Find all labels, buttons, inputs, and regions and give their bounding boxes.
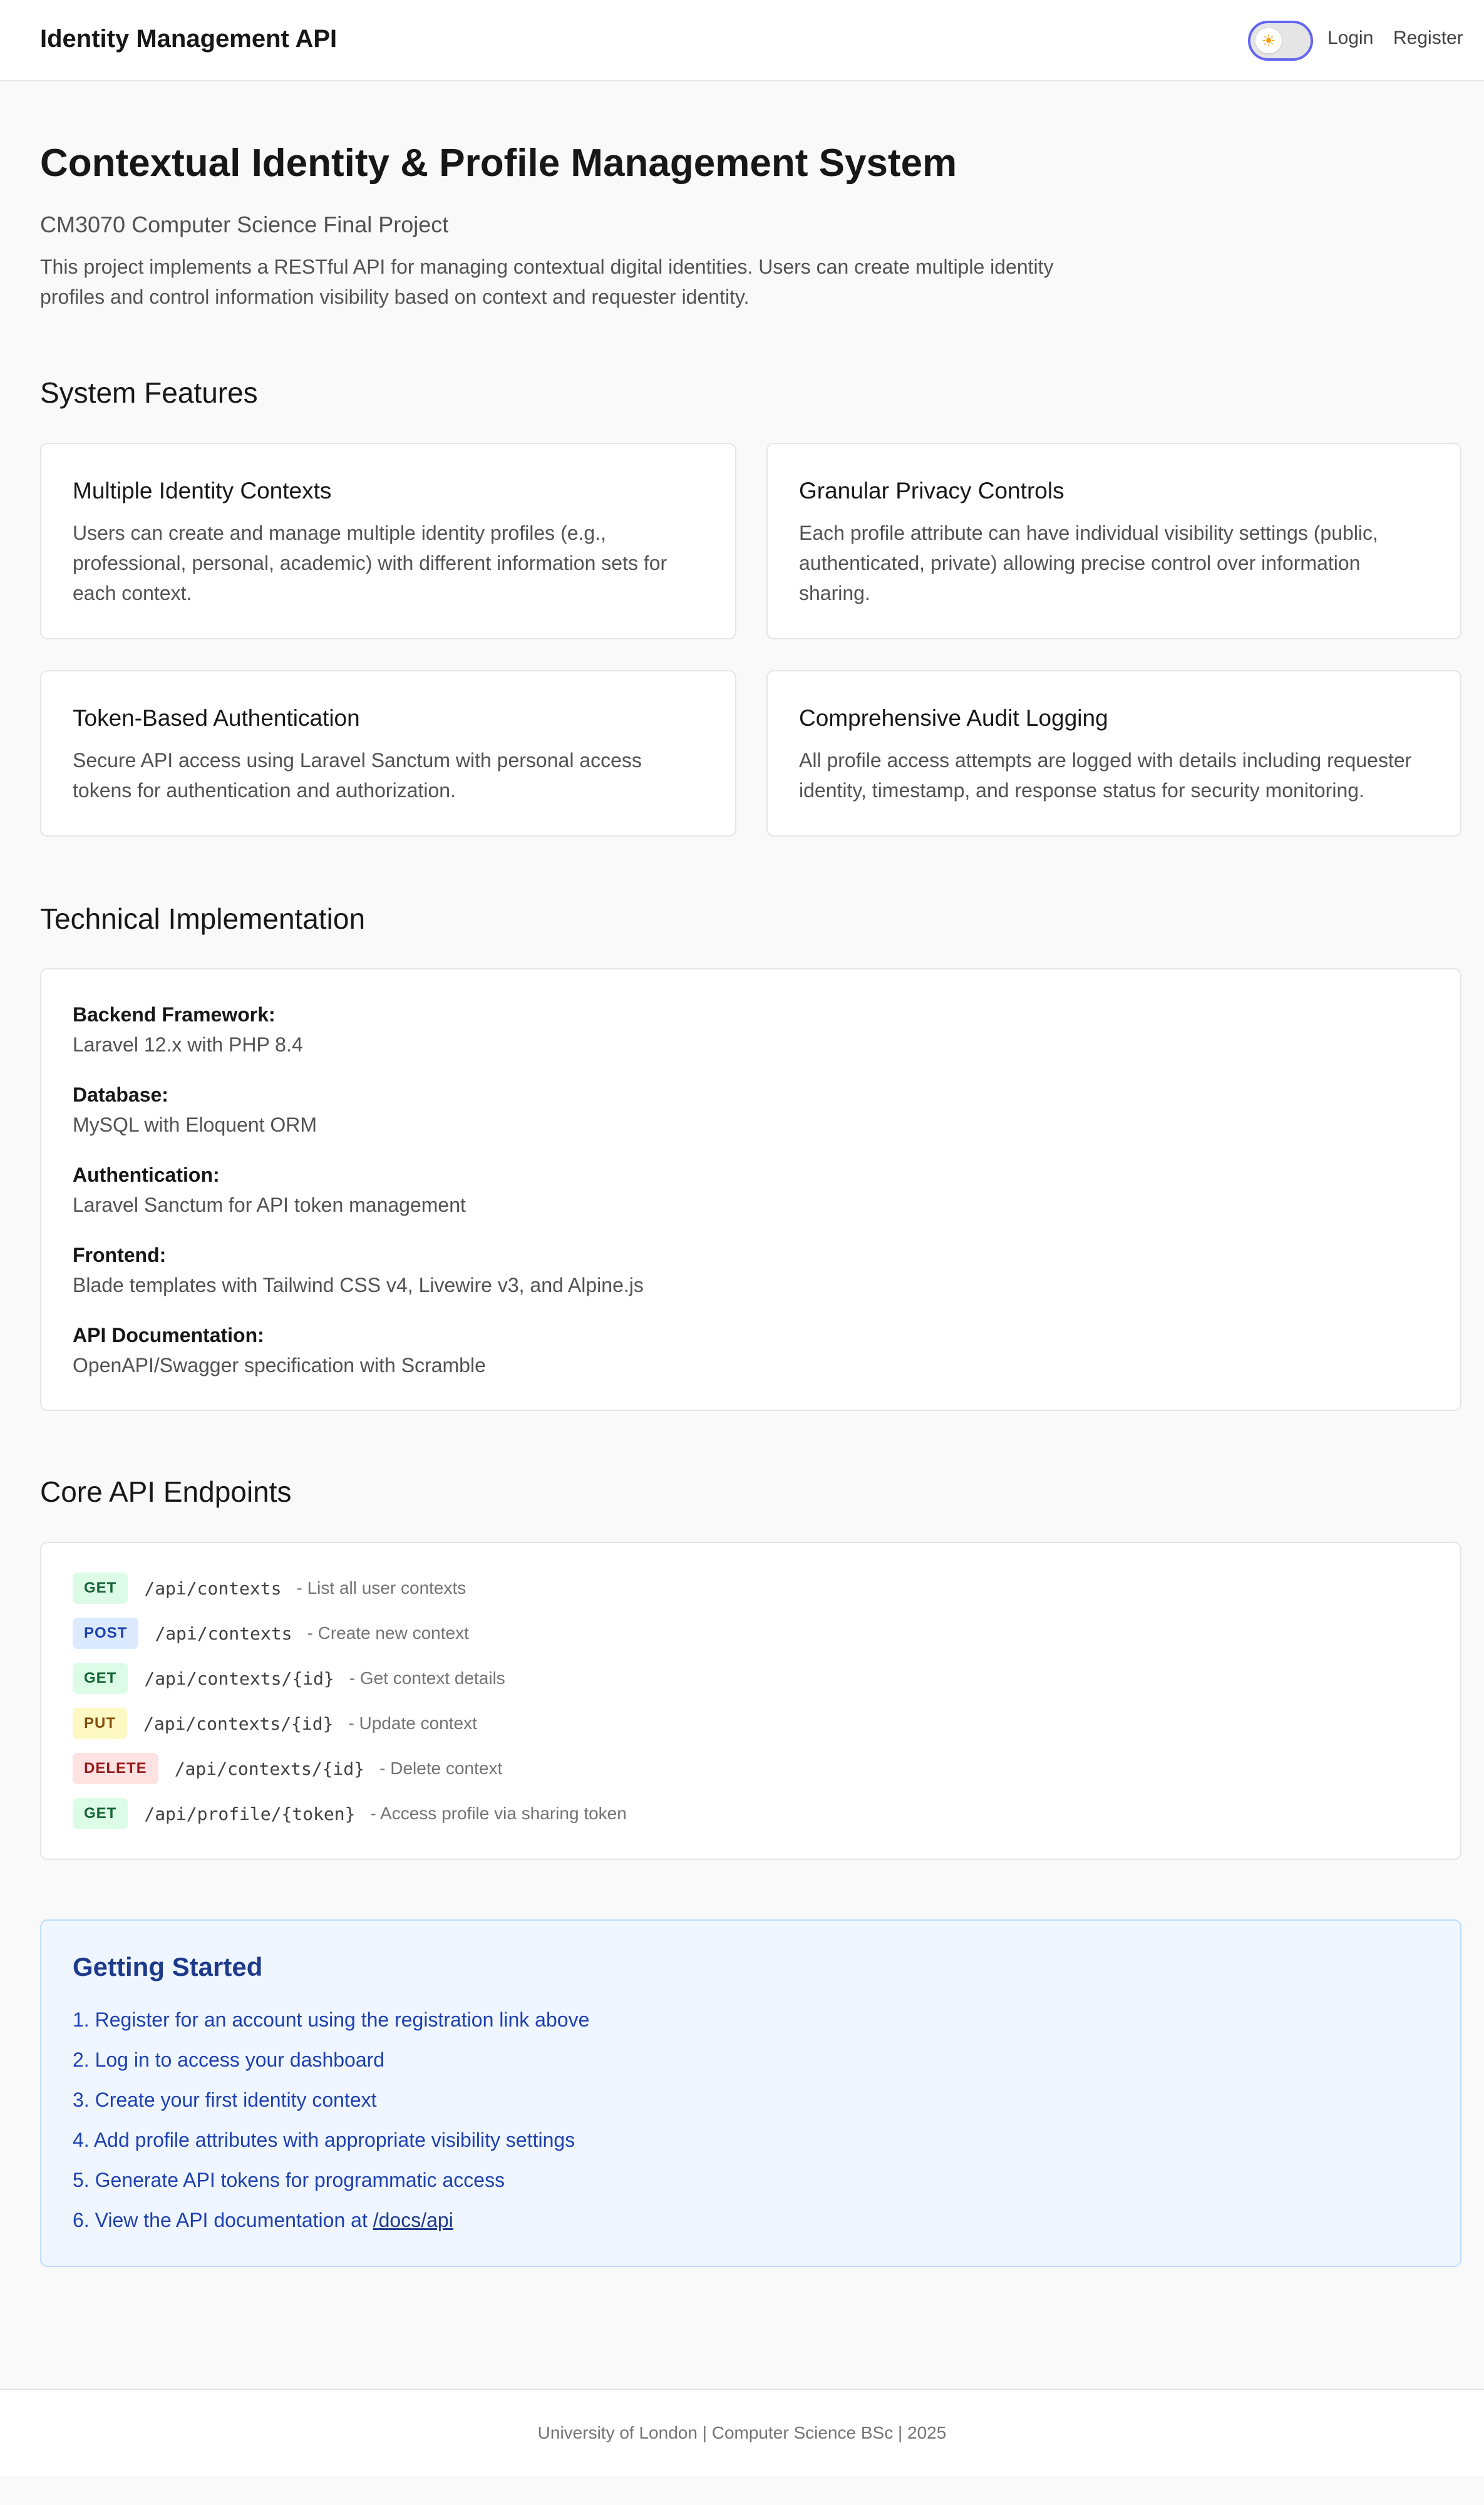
tech-value: Blade templates with Tailwind CSS v4, Li… (73, 1274, 644, 1296)
page-subtitle: CM3070 Computer Science Final Project (40, 212, 449, 237)
getting-started-step: 3. Create your first identity context (73, 2089, 377, 2111)
endpoint-description: - List all user contexts (296, 1578, 466, 1598)
endpoint-description: - Create new context (307, 1623, 469, 1643)
method-badge: GET (73, 1663, 128, 1694)
register-link[interactable]: Register (1393, 28, 1463, 49)
getting-started-step: 1. Register for an account using the reg… (73, 2008, 590, 2031)
getting-started-step-text: 6. View the API documentation at (73, 2209, 373, 2231)
feature-card-token-auth: Token-Based Authentication Secure API ac… (40, 670, 736, 837)
method-badge: GET (73, 1573, 128, 1604)
tech-value: OpenAPI/Swagger specification with Scram… (73, 1354, 486, 1376)
tech-value: Laravel Sanctum for API token management (73, 1194, 466, 1216)
feature-card-audit-logging: Comprehensive Audit Logging All profile … (766, 670, 1461, 837)
feature-card-title: Comprehensive Audit Logging (799, 705, 1108, 731)
tech-value: MySQL with Eloquent ORM (73, 1113, 317, 1136)
endpoint-row: GET /api/profile/{token} - Access profil… (73, 1798, 627, 1829)
tech-item-database: Database: MySQL with Eloquent ORM (73, 1080, 317, 1140)
tech-value: Laravel 12.x with PHP 8.4 (73, 1033, 303, 1056)
feature-card-multiple-contexts: Multiple Identity Contexts Users can cre… (40, 443, 736, 639)
endpoint-description: - Update context (348, 1713, 477, 1733)
endpoint-row: PUT /api/contexts/{id} - Update context (73, 1708, 477, 1739)
tech-label: Frontend: (73, 1244, 167, 1266)
tech-label: Backend Framework: (73, 1003, 276, 1026)
endpoint-path: /api/contexts/{id} (174, 1758, 365, 1779)
getting-started-panel: Getting Started 1. Register for an accou… (40, 1919, 1461, 2267)
method-badge: POST (73, 1618, 139, 1649)
feature-card-text: Each profile attribute can have individu… (799, 522, 1378, 604)
tech-label: Authentication: (73, 1164, 220, 1186)
tech-card: Backend Framework: Laravel 12.x with PHP… (40, 968, 1461, 1411)
feature-card-text: Users can create and manage multiple ide… (73, 522, 667, 604)
footer: University of London | Computer Science … (0, 2389, 1484, 2476)
features-heading: System Features (40, 376, 258, 409)
getting-started-title: Getting Started (73, 1952, 263, 1981)
tech-item-frontend: Frontend: Blade templates with Tailwind … (73, 1240, 644, 1300)
tech-item-api-docs: API Documentation: OpenAPI/Swagger speci… (73, 1320, 486, 1380)
tech-item-backend: Backend Framework: Laravel 12.x with PHP… (73, 999, 303, 1060)
tech-heading: Technical Implementation (40, 902, 366, 935)
feature-card-privacy-controls: Granular Privacy Controls Each profile a… (766, 443, 1461, 639)
footer-text: University of London | Computer Science … (537, 2423, 947, 2442)
endpoint-path: /api/contexts/{id} (143, 1713, 334, 1734)
endpoint-path: /api/contexts (144, 1578, 282, 1599)
endpoint-description: - Access profile via sharing token (370, 1804, 627, 1823)
tech-label: Database: (73, 1083, 168, 1106)
endpoints-heading: Core API Endpoints (40, 1475, 292, 1508)
endpoint-row: POST /api/contexts - Create new context (73, 1618, 469, 1649)
theme-toggle[interactable]: ☀ (1248, 21, 1313, 61)
method-badge: GET (73, 1798, 128, 1829)
tech-label: API Documentation: (73, 1324, 264, 1346)
method-badge: DELETE (73, 1753, 158, 1784)
getting-started-step: 4. Add profile attributes with appropria… (73, 2129, 575, 2151)
tech-item-authentication: Authentication: Laravel Sanctum for API … (73, 1160, 466, 1220)
sun-icon: ☀ (1255, 28, 1282, 53)
login-link[interactable]: Login (1327, 28, 1373, 49)
page-description: This project implements a RESTful API fo… (40, 256, 1054, 308)
endpoint-path: /api/contexts/{id} (144, 1668, 334, 1689)
method-badge: PUT (73, 1708, 127, 1739)
top-navigation-bar: Identity Management API ☀ Login Register (0, 0, 1484, 81)
endpoint-path: /api/profile/{token} (144, 1803, 356, 1824)
endpoint-row: GET /api/contexts - List all user contex… (73, 1573, 466, 1604)
endpoint-description: - Delete context (379, 1759, 503, 1778)
feature-card-title: Token-Based Authentication (73, 705, 360, 731)
feature-card-title: Granular Privacy Controls (799, 478, 1064, 504)
feature-card-text: All profile access attempts are logged w… (799, 749, 1412, 802)
getting-started-step: 6. View the API documentation at /docs/a… (73, 2209, 453, 2232)
feature-card-title: Multiple Identity Contexts (73, 478, 332, 504)
brand-title[interactable]: Identity Management API (40, 25, 337, 53)
endpoints-card: GET /api/contexts - List all user contex… (40, 1542, 1461, 1860)
getting-started-step: 5. Generate API tokens for programmatic … (73, 2169, 505, 2191)
page-title: Contextual Identity & Profile Management… (40, 142, 957, 185)
endpoint-path: /api/contexts (155, 1623, 292, 1644)
endpoint-row: GET /api/contexts/{id} - Get context det… (73, 1663, 505, 1694)
feature-card-text: Secure API access using Laravel Sanctum … (73, 749, 642, 802)
endpoint-description: - Get context details (349, 1668, 505, 1688)
getting-started-step: 2. Log in to access your dashboard (73, 2048, 385, 2071)
endpoint-row: DELETE /api/contexts/{id} - Delete conte… (73, 1753, 502, 1784)
api-docs-link[interactable]: /docs/api (373, 2209, 453, 2231)
